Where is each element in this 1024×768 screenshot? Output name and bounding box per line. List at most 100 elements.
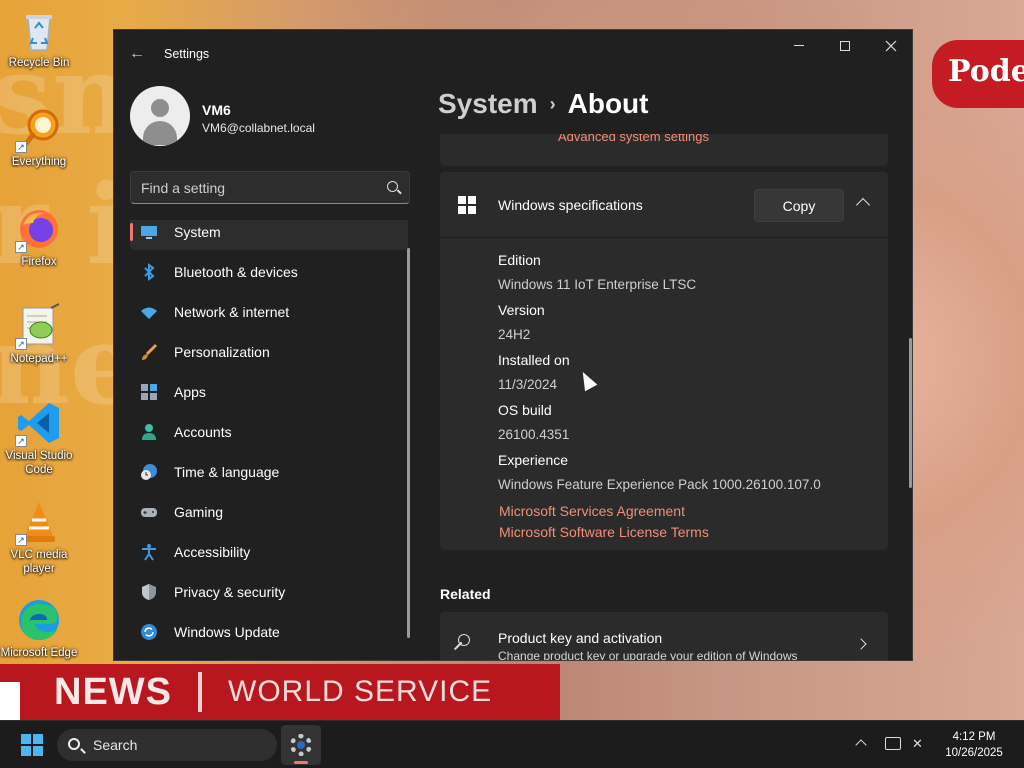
gear-icon: [290, 734, 312, 756]
settings-search-input[interactable]: [141, 177, 371, 199]
desktop-icon-label: VLC media player: [10, 549, 68, 575]
minimize-button[interactable]: [776, 30, 822, 62]
network-icon[interactable]: [885, 737, 901, 750]
sidebar-item-bluetooth[interactable]: Bluetooth & devices: [130, 254, 408, 290]
spec-value-edition: Windows 11 IoT Enterprise LTSC: [498, 277, 697, 292]
spec-label-os-build: OS build: [498, 402, 552, 418]
desktop-icon-everything[interactable]: ↗ Everything: [0, 105, 79, 169]
clock-time: 4:12 PM: [952, 731, 996, 743]
running-indicator: [294, 761, 308, 764]
bluetooth-icon: [144, 263, 155, 281]
show-hidden-icons-chevron-icon[interactable]: [855, 739, 867, 751]
chevron-up-icon[interactable]: [855, 197, 871, 213]
close-icon: [885, 40, 897, 52]
sidebar-item-label: Apps: [174, 384, 206, 400]
desktop-icon-edge[interactable]: Microsoft Edge: [0, 596, 79, 660]
sidebar-item-apps[interactable]: Apps: [130, 374, 408, 410]
wallpaper-news-banner: NEWS WORLD SERVICE: [0, 664, 560, 720]
spec-value-os-build: 26100.4351: [498, 427, 570, 442]
minimize-icon: [794, 45, 804, 46]
desktop-icon-vscode[interactable]: ↗ Visual Studio Code: [0, 399, 79, 477]
desktop-icon-notepad-plus-plus[interactable]: ↗ Notepad++: [0, 302, 79, 366]
taskbar-settings-app[interactable]: [281, 725, 321, 765]
search-icon[interactable]: [387, 181, 398, 192]
news-banner-subtext: WORLD SERVICE: [228, 675, 493, 708]
page-title: About: [567, 88, 649, 119]
edge-icon: [15, 596, 63, 644]
sidebar-item-time-language[interactable]: Time & language: [130, 454, 408, 490]
sidebar-item-accounts[interactable]: Accounts: [130, 414, 408, 450]
accounts-icon: [142, 424, 156, 440]
sidebar-item-label: System: [174, 224, 221, 240]
clock-date: 10/26/2025: [945, 747, 1003, 759]
back-button[interactable]: ←: [124, 42, 150, 66]
key-icon: [458, 634, 470, 646]
windows-specifications-card: Windows specifications Copy Edition Wind…: [440, 172, 888, 550]
sidebar-item-personalization[interactable]: Personalization: [130, 334, 408, 370]
shield-icon: [142, 584, 156, 600]
spec-label-edition: Edition: [498, 252, 541, 268]
accessibility-icon: [142, 544, 156, 561]
system-clock[interactable]: 4:12 PM 10/26/2025: [936, 729, 1012, 761]
product-key-subtitle: Change product key or upgrade your editi…: [498, 649, 798, 661]
wallpaper-badge: Pode: [932, 40, 1024, 108]
sidebar-item-privacy-security[interactable]: Privacy & security: [130, 574, 408, 610]
windows-specifications-header[interactable]: Windows specifications Copy: [440, 172, 888, 238]
sidebar-item-accessibility[interactable]: Accessibility: [130, 534, 408, 570]
notepad-plus-plus-icon: ↗: [15, 302, 63, 350]
avatar: [130, 86, 190, 146]
start-button[interactable]: [21, 734, 43, 756]
section-title: Windows specifications: [498, 197, 643, 213]
sidebar-item-windows-update[interactable]: Windows Update: [130, 614, 408, 650]
desktop-icon-label: Firefox: [21, 256, 57, 268]
sidebar-item-label: Gaming: [174, 504, 224, 520]
spec-value-version: 24H2: [498, 327, 531, 342]
chevron-right-icon: [855, 638, 867, 650]
services-agreement-link[interactable]: Microsoft Services Agreement: [499, 503, 685, 519]
settings-window: ← Settings VM6 VM6@collabnet.local Syste…: [113, 29, 913, 661]
sidebar-scrollbar[interactable]: [407, 248, 410, 638]
breadcrumb-parent[interactable]: System: [438, 88, 538, 119]
vscode-icon: ↗: [15, 399, 63, 447]
sidebar-item-label: Accessibility: [174, 544, 251, 560]
volume-muted-icon[interactable]: ✕: [912, 737, 926, 751]
sidebar-item-label: Network & internet: [174, 304, 290, 320]
desktop-icon-label: Notepad++: [10, 353, 68, 365]
maximize-button[interactable]: [822, 30, 868, 62]
taskbar: Search ✕ 4:12 PM 10/26/2025: [0, 720, 1024, 768]
product-key-activation-item[interactable]: Product key and activation Change produc…: [440, 612, 888, 661]
desktop-icon-vlc[interactable]: ↗ VLC media player: [0, 498, 79, 576]
device-specs-card: Advanced system settings: [440, 134, 888, 166]
sidebar-item-network[interactable]: Network & internet: [130, 294, 408, 330]
spec-label-installed-on: Installed on: [498, 352, 570, 368]
search-icon: [68, 738, 80, 750]
content-scrollbar[interactable]: [909, 338, 912, 488]
spec-label-version: Version: [498, 302, 545, 318]
profile-name: VM6: [202, 102, 231, 118]
sidebar-item-label: Time & language: [174, 464, 280, 480]
taskbar-search[interactable]: Search: [57, 729, 277, 761]
sidebar-item-label: Windows Update: [174, 624, 280, 640]
settings-search-box[interactable]: [130, 171, 410, 204]
desktop-icon-label: Everything: [11, 156, 67, 168]
sidebar-item-gaming[interactable]: Gaming: [130, 494, 408, 530]
desktop-icon-label: Microsoft Edge: [0, 647, 78, 659]
close-button[interactable]: [868, 30, 912, 62]
spec-value-installed-on: 11/3/2024: [498, 377, 558, 392]
window-title: Settings: [164, 47, 210, 61]
desktop-icon-recycle-bin[interactable]: Recycle Bin: [0, 6, 79, 70]
user-profile[interactable]: VM6 VM6@collabnet.local: [130, 86, 410, 150]
license-terms-link[interactable]: Microsoft Software License Terms: [499, 524, 709, 540]
taskbar-search-label: Search: [93, 737, 138, 753]
sidebar-item-label: Bluetooth & devices: [174, 264, 298, 280]
breadcrumb: System › About: [438, 88, 648, 120]
copy-button[interactable]: Copy: [754, 189, 844, 222]
desktop-icon-firefox[interactable]: ↗ Firefox: [0, 205, 79, 269]
advanced-system-settings-link[interactable]: Advanced system settings: [558, 134, 709, 144]
sidebar-item-label: Personalization: [174, 344, 270, 360]
system-icon: [141, 226, 157, 239]
title-bar[interactable]: ← Settings: [114, 30, 912, 78]
vlc-icon: ↗: [15, 498, 63, 546]
sidebar-item-system[interactable]: System: [130, 220, 408, 250]
gamepad-icon: [141, 508, 157, 517]
